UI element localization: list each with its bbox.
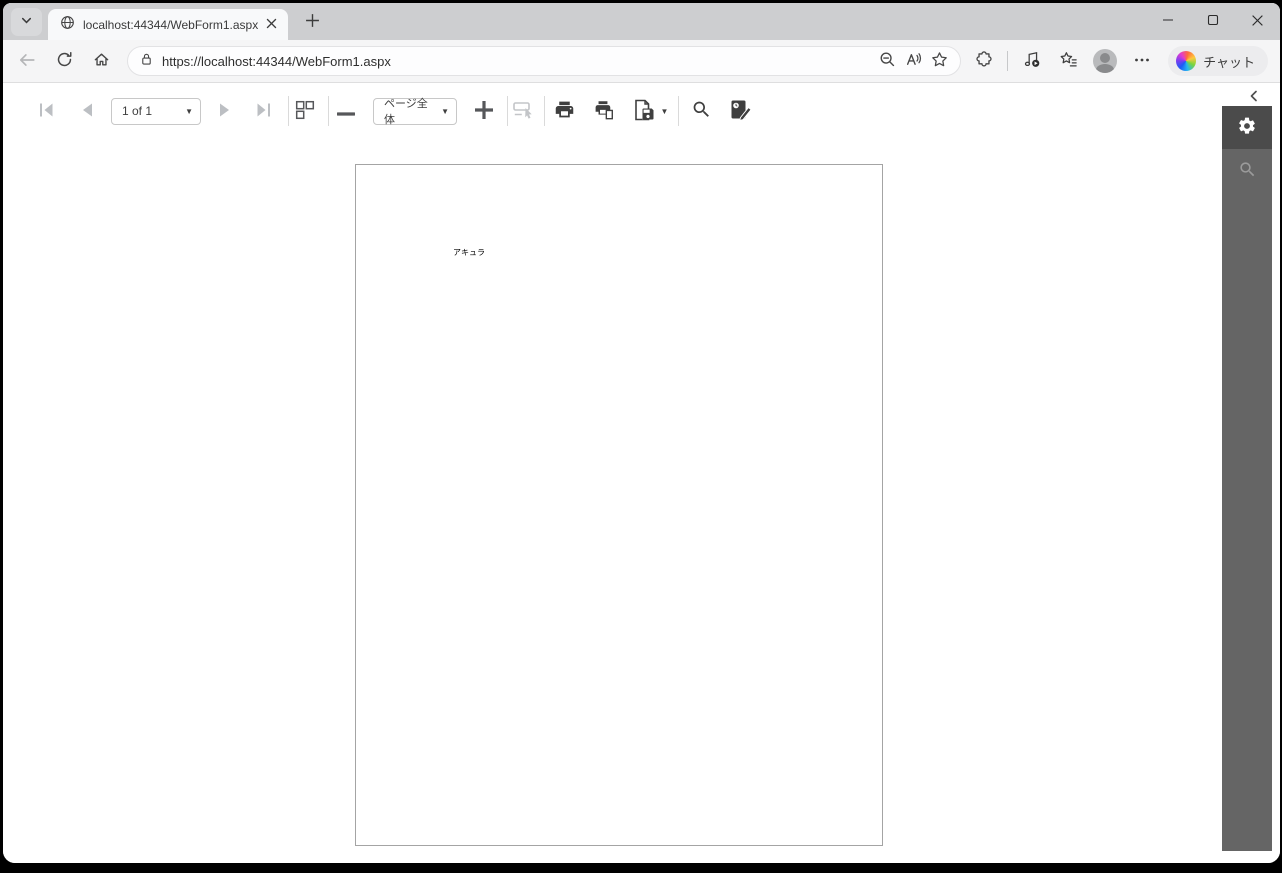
- multipage-view-button[interactable]: [294, 100, 316, 123]
- export-button[interactable]: ▼: [633, 99, 669, 124]
- avatar: [1093, 49, 1118, 73]
- back-icon: [18, 51, 36, 72]
- copilot-chat-button[interactable]: チャット: [1168, 46, 1268, 76]
- media-controls-button[interactable]: [1017, 47, 1045, 75]
- sidebar-settings-button[interactable]: [1222, 106, 1272, 149]
- extensions-button[interactable]: [970, 47, 998, 75]
- copilot-label: チャット: [1203, 54, 1255, 70]
- toolbar-divider: [288, 96, 289, 126]
- zoom-mode-value: ページ全体: [384, 98, 428, 126]
- collapse-chevron-icon: [1248, 90, 1260, 105]
- url-text[interactable]: https://localhost:44344/WebForm1.aspx: [162, 54, 874, 69]
- toolbar-divider: [507, 96, 508, 126]
- copilot-logo: [1176, 51, 1197, 71]
- chevron-down-icon: ▼: [441, 106, 449, 116]
- report-text: アキュラ: [453, 248, 485, 257]
- report-viewer-toolbar: 1 of 1 ▼ ページ全体 ▼ ▼: [3, 96, 753, 126]
- prev-page-button[interactable]: [79, 102, 95, 121]
- more-icon: [1134, 52, 1150, 71]
- zoom-plus-icon: [475, 100, 493, 122]
- window-maximize-button[interactable]: [1190, 3, 1235, 40]
- plus-icon: [305, 13, 320, 31]
- print-icon: [554, 99, 575, 123]
- first-page-button[interactable]: [37, 102, 55, 121]
- last-page-icon: [255, 102, 272, 121]
- sidebar-search-button[interactable]: [1222, 149, 1272, 192]
- browser-tab-active[interactable]: localhost:44344/WebForm1.aspx: [48, 9, 288, 40]
- zoom-in-button[interactable]: [475, 100, 493, 122]
- back-button[interactable]: [13, 47, 41, 75]
- address-bar[interactable]: https://localhost:44344/WebForm1.aspx: [127, 46, 962, 76]
- home-button[interactable]: [87, 47, 115, 75]
- toolbar-divider: [328, 96, 329, 126]
- media-icon: [1022, 50, 1041, 72]
- zoom-mode-select[interactable]: ページ全体 ▼: [373, 97, 457, 126]
- navbar-divider: [1007, 51, 1009, 71]
- favorite-button[interactable]: [926, 48, 952, 74]
- maximize-icon: [1207, 14, 1219, 29]
- prev-page-icon: [80, 102, 94, 121]
- close-icon: [266, 17, 277, 32]
- tab-close-button[interactable]: [262, 16, 280, 34]
- page-indicator-select[interactable]: 1 of 1 ▼: [111, 97, 201, 125]
- zoom-out-button[interactable]: [337, 104, 355, 119]
- extensions-icon: [975, 50, 993, 72]
- first-page-icon: [38, 102, 55, 121]
- print-page-button[interactable]: [592, 99, 616, 124]
- sidebar-collapse-button[interactable]: [1244, 89, 1264, 105]
- annotate-icon: [730, 99, 753, 124]
- tab-search-button[interactable]: [11, 7, 42, 36]
- close-icon: [1251, 14, 1264, 30]
- read-aloud-button[interactable]: [900, 48, 926, 74]
- chevron-down-icon: ▼: [660, 106, 669, 116]
- zoom-minus-icon: [337, 104, 355, 119]
- zoom-out-icon: [879, 51, 896, 71]
- refresh-icon: [56, 51, 73, 71]
- toolbar-divider: [678, 96, 679, 126]
- chevron-down-icon: ▼: [185, 106, 193, 116]
- chevron-down-icon: [20, 14, 33, 30]
- page-indicator-value: 1 of 1: [122, 104, 153, 118]
- print-button[interactable]: [553, 99, 575, 123]
- navigation-bar: https://localhost:44344/WebForm1.aspx チャ…: [3, 40, 1280, 83]
- annotate-button[interactable]: [729, 99, 753, 124]
- print-page-icon: [593, 99, 616, 124]
- browser-window: localhost:44344/WebForm1.aspx https://lo…: [3, 3, 1280, 863]
- tab-title: localhost:44344/WebForm1.aspx: [83, 17, 259, 32]
- next-page-button[interactable]: [217, 102, 233, 121]
- gear-icon: [1237, 116, 1257, 139]
- viewer-sidebar: [1222, 106, 1272, 851]
- star-icon: [931, 51, 948, 71]
- next-page-icon: [218, 102, 232, 121]
- select-tool-icon: [513, 100, 535, 123]
- minimize-icon: [1162, 14, 1174, 29]
- sidebar-search-icon: [1238, 160, 1257, 182]
- window-close-button[interactable]: [1235, 3, 1280, 40]
- page-zoom-button[interactable]: [874, 48, 900, 74]
- search-button[interactable]: [690, 99, 712, 123]
- browser-viewport: 1 of 1 ▼ ページ全体 ▼ ▼ アキュラ: [3, 83, 1280, 863]
- home-icon: [93, 51, 110, 71]
- collections-icon: [1059, 50, 1078, 72]
- window-minimize-button[interactable]: [1145, 3, 1190, 40]
- select-tool-button[interactable]: [512, 100, 536, 123]
- lock-icon: [140, 52, 153, 71]
- read-aloud-icon: [905, 51, 922, 71]
- export-icon: [633, 99, 657, 124]
- toolbar-divider: [544, 96, 545, 126]
- globe-icon: [60, 15, 75, 35]
- report-page: アキュラ: [355, 164, 883, 846]
- collections-button[interactable]: [1054, 47, 1082, 75]
- tab-strip: localhost:44344/WebForm1.aspx: [3, 3, 1280, 40]
- profile-button[interactable]: [1091, 47, 1119, 75]
- settings-more-button[interactable]: [1128, 47, 1156, 75]
- multipage-view-icon: [295, 100, 315, 123]
- last-page-button[interactable]: [254, 102, 272, 121]
- new-tab-button[interactable]: [298, 8, 326, 36]
- search-icon: [691, 99, 712, 123]
- refresh-button[interactable]: [50, 47, 78, 75]
